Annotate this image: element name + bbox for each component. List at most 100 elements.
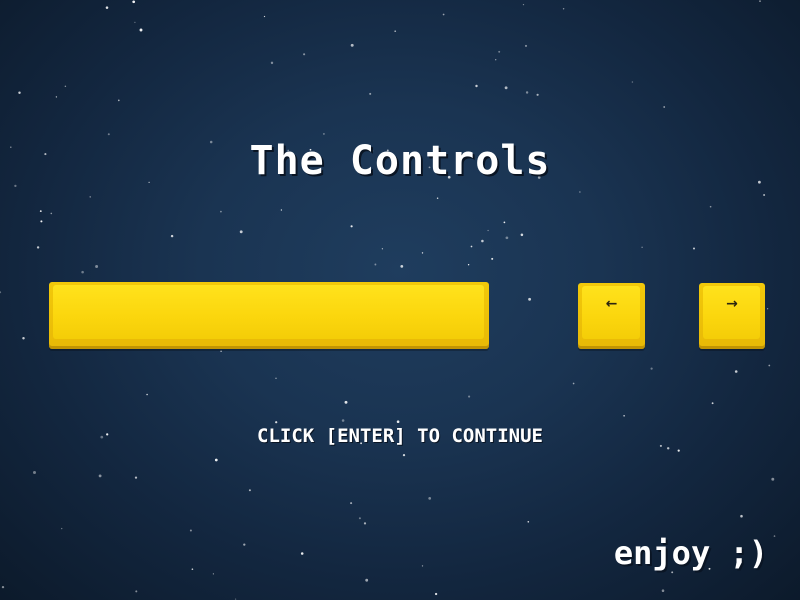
star (709, 205, 712, 208)
continue-prompt[interactable]: CLICK [ENTER] TO CONTINUE (0, 425, 800, 447)
star (498, 50, 501, 53)
star (98, 474, 102, 478)
star (495, 59, 497, 61)
star (641, 246, 643, 248)
star (663, 106, 666, 108)
star (243, 543, 246, 546)
star (766, 308, 769, 310)
star (55, 96, 58, 98)
star (400, 265, 404, 268)
star (768, 364, 771, 367)
star (14, 184, 17, 188)
page-title: The Controls (249, 138, 551, 184)
star (467, 264, 470, 266)
star (95, 265, 99, 268)
star (771, 477, 775, 481)
enjoy-footer: enjoy ;) (613, 534, 768, 572)
star (280, 209, 283, 211)
star (527, 520, 530, 523)
star (666, 447, 670, 450)
star (475, 84, 478, 88)
star (468, 395, 471, 398)
star (374, 263, 377, 266)
star (394, 30, 397, 33)
star (677, 449, 680, 452)
star (275, 421, 278, 424)
star (520, 233, 524, 237)
spacebar-key (49, 282, 489, 349)
star (369, 92, 372, 95)
star (64, 85, 67, 88)
star (344, 400, 348, 404)
star (693, 247, 695, 250)
star (214, 458, 218, 462)
star (170, 234, 174, 238)
star (522, 3, 525, 6)
star (275, 377, 277, 379)
left-arrow-key: ← (578, 283, 645, 349)
star (270, 61, 274, 65)
star (212, 573, 215, 575)
star (135, 590, 138, 593)
star (381, 248, 384, 250)
star (134, 476, 138, 479)
star (402, 453, 406, 457)
star (759, 0, 761, 2)
star (22, 337, 25, 340)
star (631, 81, 634, 83)
star (503, 221, 506, 224)
star (0, 291, 2, 294)
star (365, 578, 369, 582)
star (421, 565, 424, 567)
star (442, 13, 445, 16)
star (428, 497, 432, 500)
left-arrow-icon: ← (605, 296, 618, 312)
star (562, 8, 565, 10)
star (350, 502, 353, 505)
star (248, 489, 251, 492)
star (504, 86, 508, 90)
star (107, 133, 110, 136)
star (220, 350, 222, 352)
star (50, 212, 53, 215)
star (341, 419, 345, 422)
star (740, 514, 743, 518)
star (436, 197, 439, 199)
star (528, 297, 532, 301)
right-arrow-key: → (699, 283, 765, 349)
right-arrow-keycap (703, 286, 760, 339)
star (524, 44, 528, 47)
right-arrow-icon: → (726, 296, 738, 312)
star (263, 15, 266, 18)
star (734, 370, 738, 373)
star (773, 535, 776, 537)
star (711, 402, 714, 405)
star (481, 239, 484, 243)
star (89, 196, 91, 198)
star (191, 568, 194, 571)
star (358, 517, 361, 520)
star (146, 393, 148, 396)
star (421, 252, 424, 254)
star (300, 552, 304, 555)
star (505, 236, 509, 240)
star (61, 527, 63, 530)
star (322, 132, 325, 135)
star (350, 225, 353, 228)
left-arrow-keycap (582, 286, 640, 339)
star (132, 0, 136, 4)
star (763, 194, 766, 196)
star (363, 522, 367, 525)
star (81, 270, 84, 274)
star (220, 210, 222, 213)
spacebar-keycap (53, 285, 484, 339)
star (1, 585, 5, 589)
star (650, 367, 653, 370)
star (350, 43, 354, 47)
star (189, 529, 192, 532)
star (579, 191, 581, 193)
star (491, 257, 494, 260)
star (396, 420, 400, 424)
star (239, 230, 243, 234)
star (40, 220, 43, 223)
